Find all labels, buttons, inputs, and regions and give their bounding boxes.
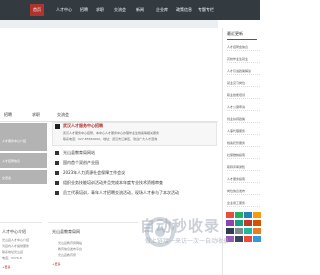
bullet-icon	[55, 151, 59, 155]
nav-item-fair[interactable]: 交流会	[114, 4, 126, 16]
top-nav-bar: 首页 人才中心 招聘 求职 交流会 新闻 企业库 政策信息 专题专栏	[0, 0, 260, 20]
watermark-subtitle: 做上链接一来访一次一自动收录	[145, 238, 230, 245]
color-grid-cell[interactable]	[244, 212, 252, 218]
panel-left-line: 为县内人才提供服务	[2, 244, 30, 248]
thumb-intro[interactable]	[0, 123, 47, 151]
panel-left-line: 电话：0376-8	[2, 256, 22, 260]
list-item[interactable]: 员工代表培训，青年人才招聘交流活动，现场人才参与了本次活动	[52, 188, 217, 198]
panel-mid-line: 教育信息发布平台	[58, 247, 83, 251]
color-grid-cell[interactable]	[226, 220, 234, 226]
nav-item-home[interactable]: 首页	[30, 4, 44, 16]
color-grid-cell[interactable]	[253, 220, 261, 226]
panel-mid-line: 光山县教育局网站	[58, 241, 83, 245]
banner-strip	[0, 20, 218, 28]
color-grid-cell[interactable]	[244, 220, 252, 226]
sidebar-item[interactable]: 社保缴纳指南	[227, 151, 260, 159]
list-item-text: 组织业务技能培训活动并且完成本年度专业技术资格审查	[63, 180, 163, 185]
color-grid-cell[interactable]	[253, 236, 261, 242]
panel-left-line: 联系地址光山县	[2, 250, 24, 254]
headline-desc-line: 联系电话：027-85550000，地址：武汉市江岸区，欢迎广大人才咨询	[63, 137, 158, 141]
nav-item-jobseek[interactable]: 求职	[96, 4, 104, 16]
sidebar-item[interactable]: 人才招聘会信息	[227, 43, 260, 51]
panel-mid-title: 光山县教育局网	[52, 229, 80, 234]
list-item[interactable]: 国内首个双创产业园	[52, 158, 217, 168]
color-grid-cell[interactable]	[235, 220, 243, 226]
sidebar-item[interactable]: 高校毕业生就业	[227, 55, 260, 63]
color-grid-cell[interactable]	[226, 228, 234, 234]
nav-item-policy[interactable]: 政策信息	[176, 4, 192, 16]
tab-fair[interactable]: 交流会	[57, 112, 69, 118]
sidebar-item[interactable]: 人才公寓申请	[227, 103, 260, 111]
panel-mid-line: 光山县教育局	[58, 253, 77, 257]
panel-mid-more-link[interactable]: +更多	[52, 262, 61, 266]
tab-jobseek[interactable]: 求职	[32, 112, 40, 118]
panel-left-line: 光山县人才中心介绍	[2, 238, 30, 242]
color-grid-cell[interactable]	[244, 228, 252, 234]
sidebar-item[interactable]: 创业扶持政策	[227, 115, 260, 123]
headline-marker	[55, 124, 60, 129]
panel-left-title: 人才中心介绍	[2, 229, 26, 234]
sidebar-item[interactable]: 人才引进政策解读	[227, 67, 260, 75]
sidebar-title: 最近更新	[227, 31, 243, 36]
list-item[interactable]: 光山县教育局网站	[52, 148, 217, 158]
bullet-icon	[55, 161, 59, 165]
color-grid-cell[interactable]	[235, 212, 243, 218]
panel-left-more-link[interactable]: +更多	[2, 265, 11, 269]
thumb-fair-label: 交流会	[2, 176, 12, 180]
list-item[interactable]: 2023年人力资源社会保障工作会议	[52, 168, 217, 178]
list-item-text: 员工代表培训，青年人才招聘交流活动，现场人才参与了本次活动	[63, 190, 179, 195]
sidebar-item[interactable]: 岗位信息发布	[227, 187, 260, 195]
bullet-icon	[55, 191, 59, 195]
thumb-recruit-label: 人才招聘信息	[2, 159, 21, 163]
sidebar-item[interactable]: 企业用工服务	[227, 199, 260, 207]
list-item-text: 光山县教育局网站	[63, 150, 95, 155]
thumb-intro-label: 人才服务中心介绍	[2, 139, 27, 143]
nav-item-company[interactable]: 企业库	[156, 4, 168, 16]
headline-desc-line: 武汉人才服务中心招聘，本中心人才服务中心办理毕业生档案等相关服务	[63, 131, 160, 135]
color-grid-cell[interactable]	[235, 228, 243, 234]
sidebar-item[interactable]: 就业见习岗位	[227, 79, 260, 87]
nav-item-special[interactable]: 专题专栏	[198, 4, 214, 16]
sidebar-item[interactable]: 职称评审通知	[227, 163, 260, 171]
nav-item-recruit[interactable]: 招聘	[80, 4, 88, 16]
tab-recruit[interactable]: 招聘	[4, 112, 12, 118]
color-grid-cell[interactable]	[244, 236, 252, 242]
sidebar-title-underline	[227, 39, 257, 40]
list-item-text: 国内首个双创产业园	[63, 160, 99, 165]
color-grid-cell[interactable]	[226, 212, 234, 218]
bullet-icon	[55, 171, 59, 175]
bullet-icon	[55, 181, 59, 185]
color-grid-cell[interactable]	[253, 212, 261, 218]
list-item[interactable]: 组织业务技能培训活动并且完成本年度专业技术资格审查	[52, 178, 217, 188]
list-item-text: 2023年人力资源社会保障工作会议	[63, 170, 126, 175]
sidebar-item[interactable]: 人事代理服务	[227, 127, 260, 135]
nav-item-talent[interactable]: 人才中心	[56, 4, 72, 16]
sidebar-item[interactable]: 人才服务指南	[227, 175, 260, 183]
sidebar-item[interactable]: 档案托管服务	[227, 139, 260, 147]
color-grid-cell[interactable]	[235, 236, 243, 242]
watermark-title: 自动秒收录	[140, 217, 221, 235]
color-grid-cell[interactable]	[253, 228, 261, 234]
headline-title[interactable]: 武汉人才服务中心招聘	[63, 123, 103, 129]
sidebar-item[interactable]: 职业技能培训	[227, 91, 260, 99]
nav-item-news[interactable]: 新闻	[136, 4, 144, 16]
